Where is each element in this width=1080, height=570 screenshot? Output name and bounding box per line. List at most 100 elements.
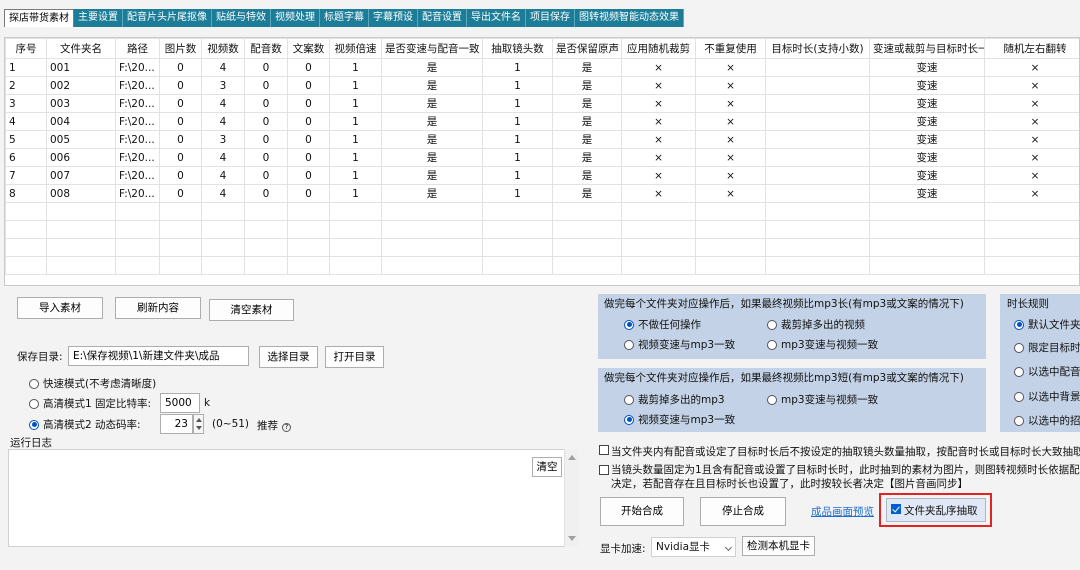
- grid-header-cell[interactable]: 是否变速与配音一致: [381, 38, 483, 59]
- table-cell[interactable]: F:\20...: [115, 148, 160, 167]
- tab-store-material[interactable]: 探店带货素材: [4, 9, 74, 27]
- table-cell[interactable]: 是: [552, 112, 622, 131]
- grid-header-cell[interactable]: 文案数: [287, 38, 330, 59]
- grid-header-cell[interactable]: 抽取镜头数: [482, 38, 553, 59]
- radio-duration-default[interactable]: 默认文件夹: [1014, 317, 1080, 332]
- preview-output-link[interactable]: 成品画面预览: [811, 504, 874, 519]
- clear-log-button[interactable]: 清空: [532, 457, 562, 477]
- table-cell[interactable]: 1: [329, 130, 382, 149]
- table-cell[interactable]: 变速: [869, 166, 985, 185]
- table-cell[interactable]: 1: [482, 184, 553, 203]
- table-row[interactable]: 7 007 F:\20... 0 4 0 0 1 是 1 是 × × 变速 ×: [5, 166, 1079, 185]
- table-cell[interactable]: ×: [695, 148, 766, 167]
- table-cell[interactable]: ×: [984, 130, 1079, 149]
- table-cell[interactable]: 4: [201, 148, 245, 167]
- table-cell[interactable]: ×: [984, 94, 1079, 113]
- grid-header-cell[interactable]: 视频数: [201, 38, 245, 59]
- table-cell[interactable]: 0: [159, 112, 202, 131]
- table-cell[interactable]: 变速: [869, 94, 985, 113]
- table-cell[interactable]: 1: [329, 58, 382, 77]
- table-cell[interactable]: 是: [552, 76, 622, 95]
- table-cell[interactable]: 1: [329, 112, 382, 131]
- grid-header-cell[interactable]: 是否保留原声: [552, 38, 622, 59]
- radio-hd-mode-2[interactable]: 高清模式2 动态码率:: [29, 417, 141, 432]
- tab-project-save[interactable]: 项目保存: [526, 9, 575, 27]
- table-cell[interactable]: 005: [46, 130, 116, 149]
- table-cell[interactable]: 5: [5, 130, 47, 149]
- table-cell[interactable]: 4: [201, 58, 245, 77]
- table-cell[interactable]: 1: [329, 76, 382, 95]
- tab-image-to-video-effects[interactable]: 图转视频智能动态效果: [575, 9, 684, 27]
- table-cell[interactable]: 8: [5, 184, 47, 203]
- save-dir-input[interactable]: E:\保存视频\1\新建文件夹\成品: [68, 346, 249, 366]
- table-cell[interactable]: [765, 112, 870, 131]
- radio-longer-no-action[interactable]: 不做任何操作: [624, 317, 701, 332]
- table-cell[interactable]: 1: [482, 94, 553, 113]
- table-cell[interactable]: 1: [482, 112, 553, 131]
- table-cell[interactable]: 是: [552, 130, 622, 149]
- table-cell[interactable]: 0: [287, 94, 330, 113]
- material-grid[interactable]: 序号 文件夹名 路径 图片数 视频数 配音数 文案数 视频倍速 是否变速与配音一致 抽取镜头数 是否…: [4, 37, 1080, 286]
- table-cell[interactable]: 0: [159, 58, 202, 77]
- grid-header-cell[interactable]: 应用随机裁剪: [621, 38, 696, 59]
- table-cell[interactable]: 0: [159, 148, 202, 167]
- table-cell[interactable]: 0: [287, 76, 330, 95]
- grid-header-cell[interactable]: 路径: [115, 38, 160, 59]
- table-cell[interactable]: ×: [695, 94, 766, 113]
- table-cell[interactable]: 是: [381, 130, 483, 149]
- scroll-up-icon[interactable]: [568, 455, 576, 460]
- table-row[interactable]: 3 003 F:\20... 0 4 0 0 1 是 1 是 × × 变速 ×: [5, 94, 1079, 113]
- table-cell[interactable]: [765, 76, 870, 95]
- table-cell[interactable]: 4: [5, 112, 47, 131]
- table-cell[interactable]: F:\20...: [115, 184, 160, 203]
- grid-header-cell[interactable]: 文件夹名: [46, 38, 116, 59]
- table-cell[interactable]: 001: [46, 58, 116, 77]
- table-cell[interactable]: 007: [46, 166, 116, 185]
- grid-header-cell[interactable]: 序号: [5, 38, 47, 59]
- grid-header-cell[interactable]: 配音数: [244, 38, 288, 59]
- table-cell[interactable]: 1: [329, 148, 382, 167]
- table-cell[interactable]: F:\20...: [115, 76, 160, 95]
- table-cell[interactable]: F:\20...: [115, 130, 160, 149]
- table-row[interactable]: 4 004 F:\20... 0 4 0 0 1 是 1 是 × × 变速 ×: [5, 112, 1079, 131]
- tab-voice-intro-outro-keying[interactable]: 配音片头片尾抠像: [123, 9, 212, 27]
- table-cell[interactable]: 是: [552, 166, 622, 185]
- table-cell[interactable]: ×: [621, 58, 696, 77]
- gpu-select[interactable]: Nvidia显卡: [651, 537, 736, 557]
- table-row[interactable]: 2 002 F:\20... 0 3 0 0 1 是 1 是 × × 变速 ×: [5, 76, 1079, 95]
- grid-header-cell[interactable]: 视频倍速: [329, 38, 382, 59]
- table-cell[interactable]: 1: [482, 76, 553, 95]
- table-cell[interactable]: 是: [381, 58, 483, 77]
- table-cell[interactable]: 0: [287, 184, 330, 203]
- radio-longer-trim-video[interactable]: 裁剪掉多出的视频: [767, 317, 865, 332]
- table-cell[interactable]: 4: [201, 166, 245, 185]
- table-cell[interactable]: 0: [244, 112, 288, 131]
- table-cell[interactable]: 0: [159, 76, 202, 95]
- table-cell[interactable]: 003: [46, 94, 116, 113]
- grid-header-cell[interactable]: 目标时长(支持小数): [765, 38, 870, 59]
- radio-duration-bg[interactable]: 以选中背景: [1014, 389, 1080, 404]
- table-cell[interactable]: 0: [287, 112, 330, 131]
- table-cell[interactable]: ×: [695, 76, 766, 95]
- table-cell[interactable]: 0: [159, 184, 202, 203]
- table-cell[interactable]: ×: [695, 58, 766, 77]
- table-row[interactable]: 8 008 F:\20... 0 4 0 0 1 是 1 是 × × 变速 ×: [5, 184, 1079, 203]
- grid-header-cell[interactable]: 随机左右翻转: [984, 38, 1079, 59]
- table-cell[interactable]: 0: [159, 94, 202, 113]
- table-cell[interactable]: 1: [482, 166, 553, 185]
- detect-gpu-button[interactable]: 检测本机显卡: [742, 536, 815, 556]
- radio-shorter-mp3-speed[interactable]: mp3变速与视频一致: [767, 392, 878, 407]
- table-cell[interactable]: 1: [329, 94, 382, 113]
- tab-voice-settings[interactable]: 配音设置: [418, 9, 467, 27]
- table-cell[interactable]: 3: [201, 130, 245, 149]
- table-cell[interactable]: 0: [244, 148, 288, 167]
- clear-material-button[interactable]: 清空素材: [209, 299, 294, 321]
- table-cell[interactable]: 006: [46, 148, 116, 167]
- table-cell[interactable]: 0: [159, 166, 202, 185]
- table-cell[interactable]: ×: [984, 58, 1079, 77]
- table-cell[interactable]: 3: [201, 76, 245, 95]
- table-cell[interactable]: [765, 94, 870, 113]
- table-cell[interactable]: F:\20...: [115, 58, 160, 77]
- open-dir-button[interactable]: 打开目录: [325, 346, 384, 368]
- scroll-down-icon[interactable]: [568, 536, 576, 541]
